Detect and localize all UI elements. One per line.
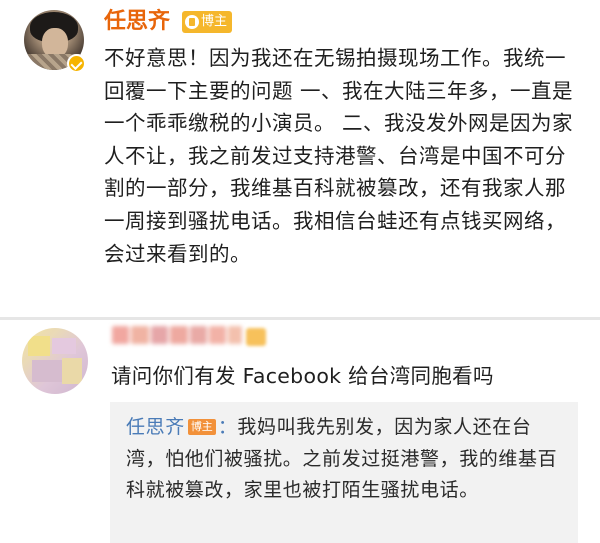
reply-colon: ： (217, 416, 238, 438)
avatar-blur-block (62, 358, 82, 384)
blogger-badge-label: 博主 (201, 14, 228, 29)
reply-content: 任思齐 博主 ：我妈叫我先别发，因为家人还在台湾，怕他们被骚扰。之前发过挺港警，我的… (126, 412, 566, 507)
blogger-badge: 博主 (182, 11, 233, 33)
blur-block (170, 326, 188, 344)
blur-block (112, 326, 130, 344)
avatar-blur-block (28, 336, 50, 356)
blur-block (228, 326, 242, 344)
commenter-avatar-blurred[interactable] (22, 328, 88, 394)
author-name[interactable]: 任思齐 (104, 8, 170, 36)
reply-blogger-badge: 博主 (187, 419, 216, 435)
author-reply-box[interactable]: 任思齐 博主 ：我妈叫我先别发，因为家人还在台湾，怕他们被骚扰。之前发过挺港警，我的… (110, 402, 578, 543)
blur-block (209, 326, 227, 344)
weibo-screenshot: 任思齐 博主 不好意思！因为我还在无锡拍摄现场工作。我统一回覆一下主要的问题 一… (0, 0, 600, 543)
blur-block (189, 326, 208, 344)
blur-block (131, 326, 149, 344)
weibo-post: 任思齐 博主 不好意思！因为我还在无锡拍摄现场工作。我统一回覆一下主要的问题 一… (0, 0, 600, 317)
commenter-name-blurred[interactable] (112, 326, 244, 346)
comment-text: 请问你们有发 Facebook 给台湾同胞看吗 (111, 364, 494, 388)
commenter-badge-blurred (246, 328, 266, 346)
verified-badge-icon (67, 54, 86, 73)
avatar-blur-block (52, 338, 76, 354)
post-body-text: 不好意思！因为我还在无锡拍摄现场工作。我统一回覆一下主要的问题 一、我在大陆三年… (104, 46, 574, 266)
reply-author-name[interactable]: 任思齐 (126, 416, 185, 438)
avatar-blur-block (32, 360, 62, 382)
blogger-badge-icon (185, 15, 199, 29)
comment-item: 请问你们有发 Facebook 给台湾同胞看吗 任思齐 博主 ：我妈叫我先别发，因为… (0, 320, 600, 543)
blur-block (150, 326, 169, 344)
